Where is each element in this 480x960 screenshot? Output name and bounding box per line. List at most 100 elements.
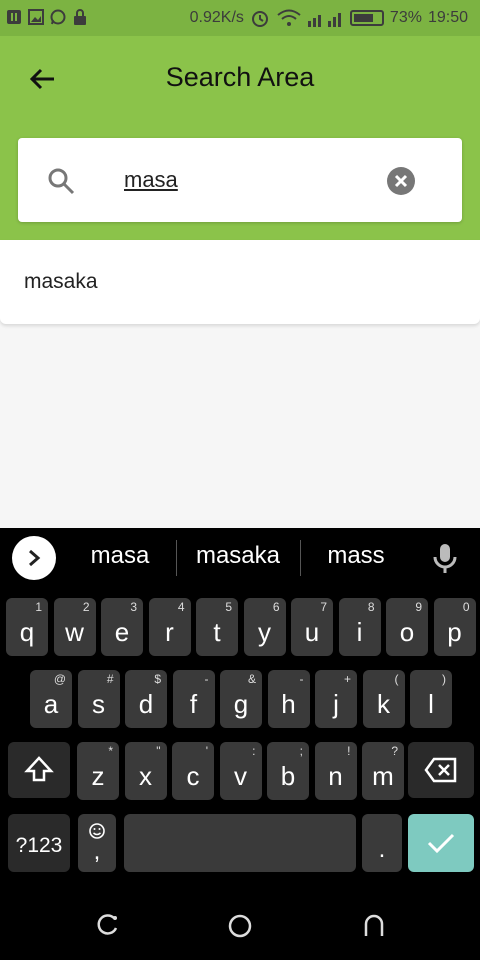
key-hint: ; xyxy=(299,744,303,758)
key-label: x xyxy=(139,761,152,791)
key-label: i xyxy=(356,617,363,647)
key-x[interactable]: " x xyxy=(124,742,167,800)
search-icon xyxy=(48,168,75,195)
period-key[interactable]: . xyxy=(362,814,402,872)
key-label: k xyxy=(377,689,390,719)
key-hint: 7 xyxy=(320,600,327,614)
key-label: q xyxy=(19,617,35,647)
key-label: l xyxy=(428,689,434,719)
battery-level xyxy=(353,14,373,22)
key-f[interactable]: -f xyxy=(172,670,215,728)
search-box xyxy=(18,138,462,222)
check-icon xyxy=(427,833,455,854)
key-hint: 0 xyxy=(462,600,470,614)
word-suggestion[interactable]: mass xyxy=(308,542,404,570)
key-v[interactable]: :v xyxy=(219,742,262,800)
back-nav-icon[interactable] xyxy=(360,912,388,940)
key-label: s xyxy=(92,689,105,719)
key-hint: 6 xyxy=(272,600,280,614)
key-label: e xyxy=(114,617,130,647)
emoji-comma-key[interactable]: , xyxy=(78,814,116,872)
key-g[interactable]: & g xyxy=(220,670,262,728)
key-t[interactable]: 5t xyxy=(196,598,238,656)
divider xyxy=(300,540,301,576)
key-i[interactable]: 8i xyxy=(338,598,381,656)
period-label: . xyxy=(378,836,386,863)
recent-apps-icon[interactable] xyxy=(94,912,122,940)
key-s[interactable]: # s xyxy=(77,670,120,728)
word-suggestion[interactable]: masa xyxy=(76,542,164,570)
key-a[interactable]: @ a xyxy=(30,670,72,728)
symbols-key[interactable]: ?123 xyxy=(8,814,70,872)
key-label: d xyxy=(138,689,154,719)
key-n[interactable]: ! n xyxy=(314,742,357,800)
key-z[interactable]: * z xyxy=(77,742,119,800)
comma-label: , xyxy=(93,838,101,865)
battery-icon xyxy=(349,10,384,26)
home-icon[interactable] xyxy=(226,912,254,940)
status-bar: 0.92K/s 73% 19:50 xyxy=(0,0,480,36)
whatsapp-icon xyxy=(50,9,66,25)
key-hint: ' xyxy=(205,744,208,758)
key-label: b xyxy=(280,761,296,791)
space-key[interactable] xyxy=(124,814,356,872)
key-r[interactable]: 4r xyxy=(148,598,191,656)
expand-toolbar-button[interactable] xyxy=(12,536,56,580)
key-e[interactable]: 3e xyxy=(101,598,143,656)
key-j[interactable]: + j xyxy=(315,670,357,728)
key-h[interactable]: -h xyxy=(267,670,310,728)
status-right: 0.92K/s 73% 19:50 xyxy=(190,8,468,28)
key-label: g xyxy=(233,689,249,719)
key-hint: - xyxy=(299,672,304,686)
chevron-right-icon xyxy=(29,549,41,567)
key-label: f xyxy=(189,689,198,719)
key-label: h xyxy=(281,689,296,719)
key-d[interactable]: $ d xyxy=(125,670,167,728)
key-c[interactable]: ' c xyxy=(172,742,214,800)
key-p[interactable]: 0p xyxy=(433,598,476,656)
key-hint: 5 xyxy=(225,600,232,614)
key-hint: 8 xyxy=(367,600,375,614)
app-bar: Search Area xyxy=(0,36,480,240)
done-key[interactable] xyxy=(408,814,474,872)
image-icon xyxy=(28,9,44,25)
clear-circle-icon[interactable] xyxy=(386,166,416,196)
key-u[interactable]: 7u xyxy=(291,598,333,656)
key-hint: ! xyxy=(347,744,351,758)
key-hint: + xyxy=(343,672,351,686)
divider xyxy=(176,540,177,576)
key-w[interactable]: 2w xyxy=(53,598,96,656)
search-input[interactable] xyxy=(124,160,374,200)
key-label: v xyxy=(234,761,247,791)
shift-key[interactable] xyxy=(8,742,70,798)
key-hint: " xyxy=(156,744,161,758)
key-q[interactable]: 1q xyxy=(6,598,48,656)
key-hint: & xyxy=(247,672,256,686)
key-m[interactable]: ? m xyxy=(362,742,404,800)
key-label: o xyxy=(399,617,415,647)
key-label: r xyxy=(165,617,174,647)
key-l[interactable]: ) l xyxy=(410,670,452,728)
key-o[interactable]: 9o xyxy=(386,598,428,656)
key-k[interactable]: (k xyxy=(362,670,405,728)
key-hint: $ xyxy=(154,672,161,686)
word-suggestion[interactable]: masaka xyxy=(182,542,294,570)
shift-icon xyxy=(24,756,54,782)
alarm-icon xyxy=(251,11,268,27)
key-hint: 9 xyxy=(415,600,422,614)
signal-icon xyxy=(307,13,341,27)
key-b[interactable]: ; b xyxy=(267,742,309,800)
key-label: t xyxy=(213,617,221,647)
key-label: m xyxy=(372,761,394,791)
key-label: a xyxy=(43,689,59,719)
backspace-key[interactable] xyxy=(408,742,474,798)
suggestion-item[interactable]: masaka xyxy=(0,240,480,324)
key-y[interactable]: 6y xyxy=(243,598,286,656)
notification-icons xyxy=(6,8,88,26)
key-label: u xyxy=(304,617,320,647)
battery-percent: 73% xyxy=(389,9,422,26)
microphone-icon[interactable] xyxy=(430,542,460,574)
keyboard-suggestion-strip: masa masaka mass xyxy=(0,528,480,586)
wifi-icon xyxy=(277,9,301,26)
key-label: z xyxy=(91,761,105,791)
